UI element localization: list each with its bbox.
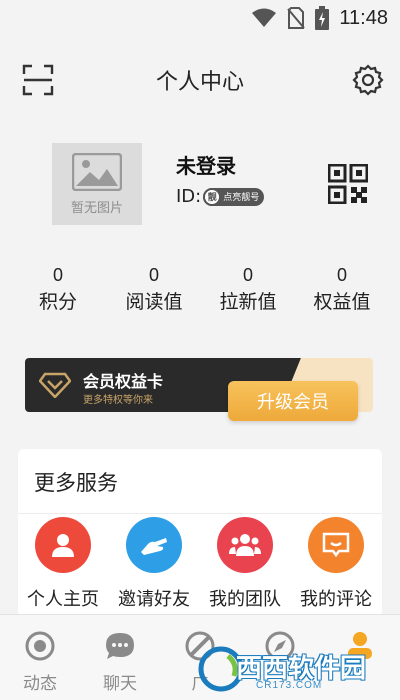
status-time: 11:48 [339,6,388,29]
qr-code-icon [327,163,369,205]
stat-referral[interactable]: 0 拉新值 [200,262,296,316]
stat-label: 权益值 [313,291,371,313]
stats-row: 0 积分 0 阅读值 0 拉新值 0 权益值 [0,262,400,322]
vip-subtitle: 更多特权等你来 [83,395,153,406]
stat-value: 0 [336,265,347,285]
image-placeholder-icon [72,152,122,191]
stat-label: 阅读值 [125,291,183,313]
tab-label: 动态 [23,674,57,694]
stat-points[interactable]: 0 积分 [10,262,106,316]
profile-section: 暂无图片 未登录 ID: 靓 点亮靓号 [0,140,400,230]
vanity-id-badge[interactable]: 靓 点亮靓号 [203,187,265,206]
scan-button[interactable] [20,62,56,98]
no-sim-icon [287,7,306,29]
page-title: 个人中心 [155,70,244,95]
service-label: 我的评论 [300,589,372,610]
status-bar: 11:48 [0,0,400,36]
comment-icon [308,517,364,573]
username[interactable]: 未登录 [176,150,236,179]
user-id-row: ID: 靓 点亮靓号 [176,186,265,207]
service-label: 个人主页 [27,589,99,610]
wifi-icon [251,8,277,28]
person-icon [35,517,91,573]
qr-code-button[interactable] [327,163,369,205]
battery-charging-icon [315,6,330,30]
avatar[interactable]: 暂无图片 [52,143,142,225]
watermark: 西西软件园 CR173.COM [198,644,382,696]
service-profile-page[interactable]: 个人主页 [18,517,108,611]
id-badge-text: 点亮靓号 [223,193,260,203]
stat-value: 0 [52,265,63,285]
stat-benefits[interactable]: 0 权益值 [294,262,390,316]
stat-value: 0 [148,265,159,285]
tab-chat[interactable]: 聊天 [80,615,160,700]
stat-label: 拉新值 [219,291,277,313]
stat-reading[interactable]: 0 阅读值 [106,262,202,316]
vip-title: 会员权益卡 [83,372,164,391]
service-label: 邀请好友 [118,589,190,610]
id-label: ID: [176,186,202,207]
diamond-icon [38,372,72,402]
service-my-team[interactable]: 我的团队 [200,517,290,611]
team-icon [217,517,273,573]
divider [18,513,382,514]
stat-value: 0 [242,265,253,285]
upgrade-vip-button[interactable]: 升级会员 [228,381,358,421]
tab-dynamics[interactable]: 动态 [0,615,80,700]
watermark-url: CR173.COM [256,680,323,691]
scan-icon [22,64,54,96]
id-badge-char: 靓 [203,187,222,206]
avatar-placeholder-text: 暂无图片 [70,200,123,216]
services-panel: 更多服务 个人主页 邀请好友 我的团队 我的评论 [18,449,382,619]
service-my-comments[interactable]: 我的评论 [291,517,381,611]
disc-icon [23,629,57,663]
header: 个人中心 [0,52,400,108]
service-label: 我的团队 [209,589,281,610]
stat-label: 积分 [38,291,77,313]
handshake-icon [126,517,182,573]
gear-icon [352,64,384,96]
tab-label: 聊天 [103,674,137,694]
service-invite-friends[interactable]: 邀请好友 [109,517,199,611]
services-title: 更多服务 [34,471,118,495]
chat-bubble-icon [103,629,137,663]
settings-button[interactable] [350,62,386,98]
